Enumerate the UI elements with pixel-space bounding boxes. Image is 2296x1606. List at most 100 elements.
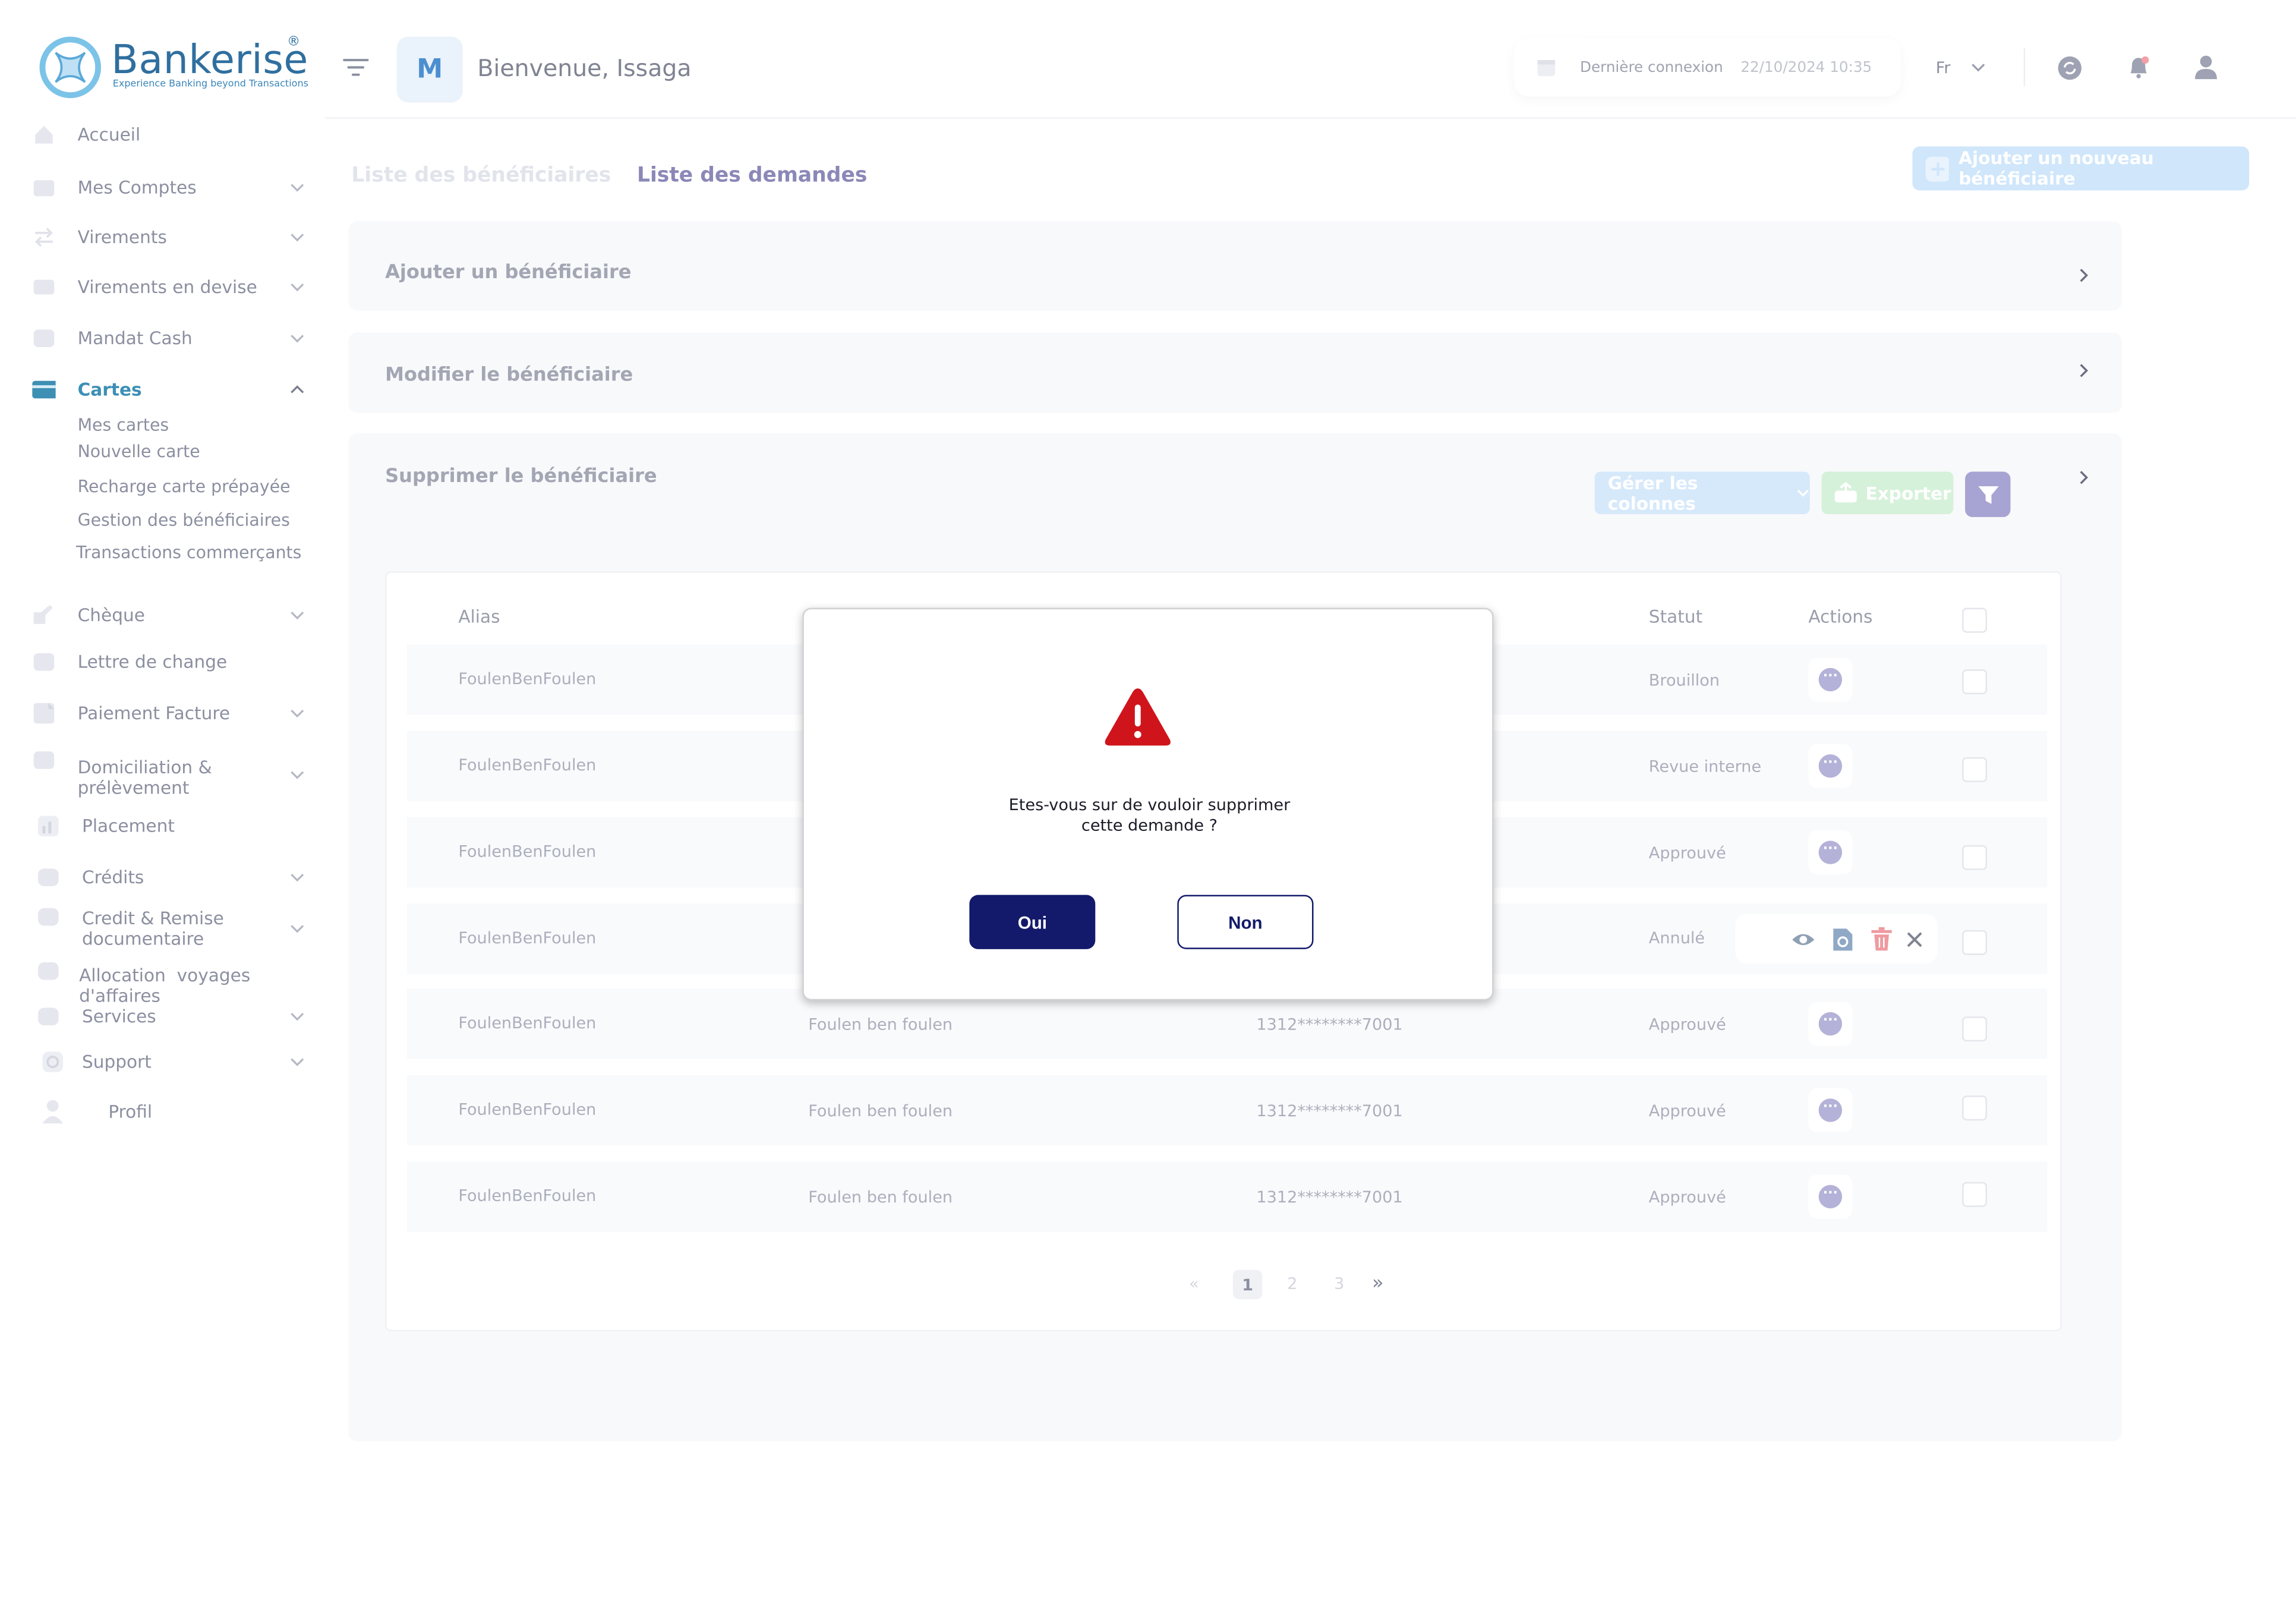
sidebar-item-virements-devise[interactable]: Virements en devise xyxy=(32,269,310,304)
cell-alias: FoulenBenFoulen xyxy=(458,842,597,862)
sidebar-item-services[interactable]: Services xyxy=(32,999,310,1034)
row-checkbox[interactable] xyxy=(1962,1182,1988,1207)
row-actions-button[interactable]: ··· xyxy=(1808,657,1853,702)
row-checkbox[interactable] xyxy=(1962,1095,1988,1121)
chevron-right-icon[interactable] xyxy=(2076,470,2091,485)
export-button[interactable]: Exporter xyxy=(1821,471,1954,514)
services-icon xyxy=(37,1005,60,1028)
sidebar-subitem-nouvelle-carte[interactable]: Nouvelle carte xyxy=(78,441,200,462)
row-actions-button[interactable]: ··· xyxy=(1808,744,1853,788)
row-actions-button[interactable]: ··· xyxy=(1808,1088,1853,1132)
sidebar-item-accueil[interactable]: Accueil xyxy=(32,117,310,152)
sidebar-item-support[interactable]: Support xyxy=(32,1044,310,1079)
sync-icon xyxy=(2058,56,2082,80)
confirm-no-button[interactable]: Non xyxy=(1177,895,1314,949)
section-modifier[interactable]: Modifier le bénéficiaire xyxy=(348,332,2122,413)
more-icon: ··· xyxy=(1818,754,1843,778)
row-actions-button[interactable]: ··· xyxy=(1808,830,1853,875)
chevron-down-icon xyxy=(291,611,304,620)
sidebar-item-paiement-facture[interactable]: Paiement Facture xyxy=(32,696,310,731)
tab-liste-demandes[interactable]: Liste des demandes xyxy=(637,164,867,187)
sidebar-item-label: Virements xyxy=(77,226,167,248)
bankerise-logo-icon xyxy=(39,36,102,99)
row-actions-button[interactable]: ··· xyxy=(1808,1174,1853,1219)
close-icon[interactable] xyxy=(1907,931,1923,947)
sidebar-item-cheque[interactable]: Chèque xyxy=(32,597,310,632)
cell-account: 1312********7001 xyxy=(1256,1101,1403,1121)
section-ajouter[interactable]: Ajouter un bénéficiaire xyxy=(348,221,2122,311)
sidebar-subitem-recharge[interactable]: Recharge carte prépayée xyxy=(78,476,291,497)
sidebar-item-label: Crédits xyxy=(82,867,144,888)
section-title[interactable]: Supprimer le bénéficiaire xyxy=(385,466,657,488)
sidebar-item-lettre-change[interactable]: Lettre de change xyxy=(32,644,310,679)
pagination-first[interactable]: « xyxy=(1189,1274,1199,1293)
sidebar-item-mes-comptes[interactable]: Mes Comptes xyxy=(32,170,310,205)
filter-button[interactable] xyxy=(1965,471,2011,517)
chevron-down-icon xyxy=(1972,64,1985,72)
pagination-page-current[interactable]: 1 xyxy=(1232,1270,1263,1299)
more-icon: ··· xyxy=(1818,667,1843,692)
cell-name: Foulen ben foulen xyxy=(808,1188,953,1207)
column-header-statut: Statut xyxy=(1648,606,1703,627)
edit-document-icon[interactable] xyxy=(1832,927,1854,952)
row-checkbox[interactable] xyxy=(1962,1016,1988,1042)
sidebar-item-label: Domiciliation & prélèvement xyxy=(77,757,212,799)
cell-status: Brouillon xyxy=(1648,670,1720,690)
invoice-icon xyxy=(32,701,55,725)
sidebar-item-label: Profil xyxy=(108,1101,153,1122)
tab-liste-beneficiaires[interactable]: Liste des bénéficiaires xyxy=(351,164,611,187)
chevron-right-icon xyxy=(2080,269,2089,282)
sync-button[interactable] xyxy=(2057,56,2082,81)
sidebar-item-virements[interactable]: Virements xyxy=(32,220,310,255)
sidebar-item-cartes[interactable]: Cartes xyxy=(32,372,310,407)
row-checkbox[interactable] xyxy=(1962,845,1988,870)
sidebar-item-domiciliation[interactable]: Domiciliation & prélèvement xyxy=(32,748,310,801)
placement-icon xyxy=(37,814,60,837)
sidebar-item-allocation[interactable]: Allocation voyages d'affaires xyxy=(32,959,310,1006)
pagination-page[interactable]: 3 xyxy=(1334,1274,1344,1293)
cell-status: Annulé xyxy=(1648,928,1705,948)
cell-alias: FoulenBenFoulen xyxy=(458,1013,597,1033)
pagination-last[interactable]: » xyxy=(1372,1273,1384,1295)
select-all-checkbox[interactable] xyxy=(1962,607,1988,633)
menu-toggle-button[interactable] xyxy=(343,57,369,80)
notifications-button[interactable] xyxy=(2126,54,2151,79)
brand-registered: ® xyxy=(287,35,301,50)
header-divider xyxy=(325,117,2296,119)
chevron-right-icon xyxy=(2080,364,2089,377)
brand-logo[interactable] xyxy=(38,35,102,99)
row-checkbox[interactable] xyxy=(1962,930,1988,955)
language-select[interactable]: Fr xyxy=(1924,56,1997,79)
cell-name: Foulen ben foulen xyxy=(808,1015,953,1034)
table-row xyxy=(407,1075,2048,1146)
trash-icon[interactable] xyxy=(1871,927,1892,951)
brand-tagline: Experience Banking beyond Transactions xyxy=(112,77,308,90)
sidebar-subitem-mes-cartes[interactable]: Mes cartes xyxy=(78,414,169,435)
sidebar-item-placement[interactable]: Placement xyxy=(32,808,310,843)
avatar[interactable]: M xyxy=(396,36,463,103)
eye-icon[interactable] xyxy=(1791,927,1816,952)
chevron-down-icon xyxy=(291,283,304,292)
row-checkbox[interactable] xyxy=(1962,669,1988,695)
pagination-page[interactable]: 2 xyxy=(1287,1274,1297,1293)
add-beneficiary-button[interactable]: Ajouter un nouveau bénéficiaire xyxy=(1912,146,2250,191)
transfer-icon xyxy=(32,226,55,249)
row-checkbox[interactable] xyxy=(1962,757,1988,782)
user-menu-button[interactable] xyxy=(2194,54,2219,80)
row-actions-button[interactable]: ··· xyxy=(1808,1002,1853,1046)
document-icon xyxy=(37,905,60,928)
sidebar-item-credit-remise[interactable]: Credit & Remise documentaire xyxy=(32,905,310,952)
sidebar-subitem-transactions[interactable]: Transactions commerçants xyxy=(76,542,301,563)
sidebar-item-profil[interactable]: Profil xyxy=(32,1094,310,1129)
chevron-down-icon xyxy=(291,710,304,718)
sidebar-item-mandat-cash[interactable]: Mandat Cash xyxy=(32,321,310,356)
sidebar-item-label: Placement xyxy=(82,815,175,837)
sidebar-item-credits[interactable]: Crédits xyxy=(32,860,310,895)
cell-account: 1312********7001 xyxy=(1256,1188,1403,1207)
sidebar-item-label: Cartes xyxy=(77,379,142,400)
sidebar-subitem-gestion-beneficiaires[interactable]: Gestion des bénéficiaires xyxy=(78,510,290,531)
confirm-yes-button[interactable]: Oui xyxy=(969,895,1096,949)
warning-icon xyxy=(1105,688,1171,746)
manage-columns-button[interactable]: Gérer les colonnes xyxy=(1594,471,1810,514)
cell-alias: FoulenBenFoulen xyxy=(458,928,597,948)
